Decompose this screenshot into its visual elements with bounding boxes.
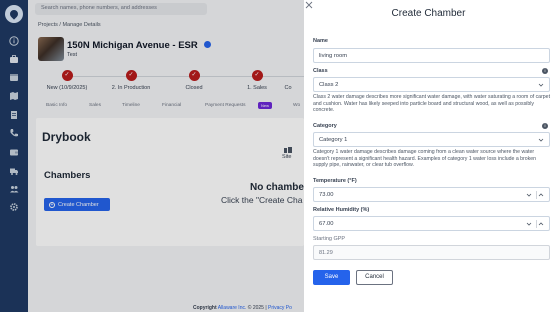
category-description: Category 1 water damage describes damage…	[313, 149, 537, 169]
category-select[interactable]: Category 1	[313, 132, 550, 147]
class-description: Class 2 water damage describes more sign…	[313, 94, 551, 114]
stepper-divider	[535, 220, 536, 228]
decrement-chevron-icon[interactable]	[526, 192, 532, 198]
modal-backdrop[interactable]	[0, 0, 304, 312]
humidity-label: Relative Humidity (%)	[313, 207, 370, 213]
stepper-divider	[535, 191, 536, 199]
decrement-chevron-icon[interactable]	[526, 221, 532, 227]
create-chamber-drawer: Create Chamber Name living room Class i …	[304, 0, 553, 312]
chevron-down-icon	[538, 83, 544, 87]
name-input[interactable]: living room	[313, 48, 550, 63]
class-label: Class	[313, 68, 328, 74]
name-label: Name	[313, 38, 328, 44]
increment-chevron-icon[interactable]	[538, 192, 544, 198]
gpp-field: 81.29	[313, 245, 550, 260]
class-selected-value: Class 2	[319, 82, 339, 88]
humidity-value: 67.00	[319, 221, 334, 227]
category-info-icon[interactable]: i	[542, 123, 548, 129]
cancel-button[interactable]: Cancel	[356, 270, 393, 285]
category-label: Category	[313, 123, 337, 129]
temperature-input[interactable]: 73.00	[313, 187, 550, 202]
class-select[interactable]: Class 2	[313, 77, 550, 92]
increment-chevron-icon[interactable]	[538, 221, 544, 227]
temperature-label: Temperature (°F)	[313, 178, 357, 184]
chevron-down-icon	[538, 138, 544, 142]
humidity-input[interactable]: 67.00	[313, 216, 550, 231]
category-selected-value: Category 1	[319, 137, 348, 143]
class-info-icon[interactable]: i	[542, 68, 548, 74]
drawer-title: Create Chamber	[391, 8, 466, 19]
save-button[interactable]: Save	[313, 270, 350, 285]
temperature-value: 73.00	[319, 192, 334, 198]
gpp-label: Starting GPP	[313, 236, 346, 242]
